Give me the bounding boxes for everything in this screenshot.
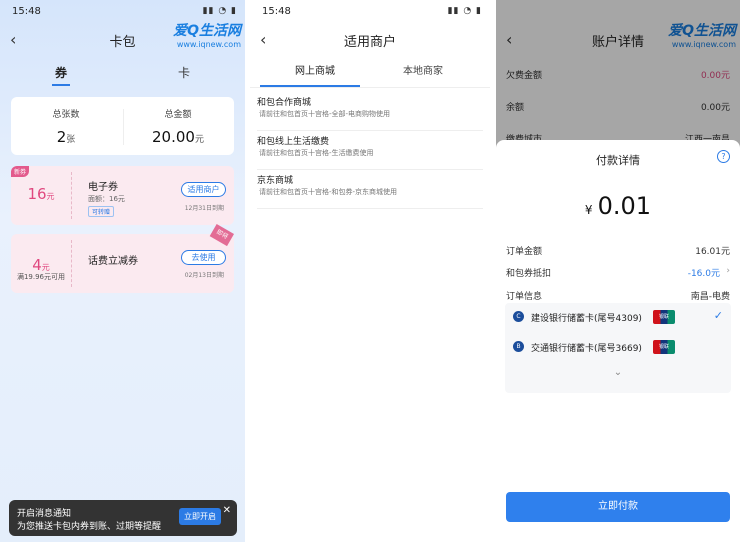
close-icon[interactable]: ✕ (223, 505, 231, 516)
coupon-unit: 元 (46, 192, 55, 201)
tab-indicator (52, 84, 70, 86)
payment-methods: C 建设银行储蓄卡(尾号4309) 银联 ✓ B 交通银行储蓄卡(尾号3669)… (505, 303, 731, 393)
help-icon[interactable]: ? (717, 150, 730, 163)
use-now-button[interactable]: 去使用 (181, 250, 226, 265)
chevron-right-icon: › (726, 266, 730, 276)
order-info-row: 订单信息 南昌-电费 (506, 289, 730, 303)
status-time: 15:48 (12, 6, 41, 17)
payment-card-item[interactable]: B 交通银行储蓄卡(尾号3669) 银联 (505, 333, 731, 361)
amount-label: 总金额 (164, 110, 192, 120)
coupon-amount: 16 (27, 185, 47, 203)
status-icons: ▮▮ ◔ ▮ (202, 6, 237, 16)
notification-title: 开启消息通知 (17, 509, 72, 519)
merchant-name: 京东商城 (257, 176, 294, 186)
expiring-soon-tag: 即将 (209, 224, 234, 247)
bank-icon: B (513, 341, 524, 352)
row-label: 订单信息 (506, 292, 543, 302)
amount-unit: 元 (194, 135, 204, 145)
wallet-panel: 15:48 ▮▮ ◔ ▮ ‹ 卡包 爱Q生活网 www.iqnew.com 券 卡… (0, 0, 245, 542)
status-icons: ▮▮ ◔ ▮ (447, 6, 482, 16)
coupon-expiry: 02月13日到期 (184, 272, 224, 279)
tab-bar: 券 卡 (0, 64, 245, 86)
merchants-panel: 15:48 ▮▮ ◔ ▮ ‹ 适用商户 网上商城 本地商家 和包合作商城 请前往… (250, 0, 490, 542)
bank-icon: C (513, 311, 524, 322)
card-name: 交通银行储蓄卡(尾号3669) (531, 344, 642, 354)
count-unit: 张 (66, 135, 76, 145)
list-item[interactable]: 京东商城 请前往和包首页十宫格-和包券-京东商城使用 (257, 170, 483, 209)
coupon-card[interactable]: 新券 16元 电子券 面额：16元 可转赠 适用商户 12月31日到期 (11, 166, 234, 225)
unionpay-logo: 银联 (653, 310, 675, 324)
payment-panel: 15:49 ‹ 账户详情 爱Q生活网 www.iqnew.com 欠费金额 0.0… (496, 0, 740, 542)
status-time: 15:48 (262, 6, 291, 17)
payment-sheet: 付款详情 ? ¥ 0.01 订单金额 16.01元 和包券抵扣 -16.0元 ›… (496, 140, 740, 542)
tab-coupons[interactable]: 券 (55, 64, 67, 81)
merchant-desc: 请前往和包首页十宫格-全部-电商购物使用 (259, 110, 391, 118)
count-value: 2 (56, 128, 67, 146)
page-title: 适用商户 (343, 35, 396, 50)
row-value: -16.0元 (687, 269, 720, 279)
merchant-desc: 请前往和包首页十宫格-生活缴费使用 (259, 149, 374, 157)
tab-local-merchants[interactable]: 本地商家 (403, 62, 443, 77)
order-amount-row: 订单金额 16.01元 (506, 244, 730, 258)
coupon-deduction-row[interactable]: 和包券抵扣 -16.0元 › (506, 266, 730, 280)
check-icon: ✓ (713, 309, 723, 322)
dashed-divider (71, 240, 72, 287)
summary-card: 总张数 2张 总金额 20.00元 (11, 97, 234, 155)
dashed-divider (71, 172, 72, 219)
transferable-tag: 可转赠 (88, 206, 115, 217)
row-value: 16.01元 (695, 247, 730, 257)
coupon-face-value: 面额：16元 (88, 195, 125, 203)
amount-value: 0.01 (597, 192, 652, 220)
watermark-logo: 爱Q生活网 www.iqnew.com (173, 23, 241, 49)
coupon-condition: 满19.96元可用 (16, 273, 66, 281)
new-badge: 新券 (11, 166, 30, 177)
divider (250, 87, 490, 88)
coupon-expiry: 12月31日到期 (184, 205, 224, 212)
chevron-down-icon[interactable]: ⌄ (505, 367, 731, 378)
applicable-merchants-button[interactable]: 适用商户 (181, 182, 226, 197)
merchant-name: 和包合作商城 (257, 98, 312, 108)
payment-amount: ¥ 0.01 (496, 192, 740, 220)
coupon-name: 电子券 (88, 182, 118, 193)
coupon-card[interactable]: 4元 满19.96元可用 话费立减券 去使用 02月13日到期 即将 (11, 224, 234, 293)
row-label: 和包券抵扣 (506, 269, 552, 279)
unionpay-logo: 银联 (653, 340, 675, 354)
payment-card-item[interactable]: C 建设银行储蓄卡(尾号4309) 银联 ✓ (505, 303, 731, 331)
card-name: 建设银行储蓄卡(尾号4309) (531, 314, 642, 324)
pay-now-button[interactable]: 立即付款 (506, 492, 730, 522)
coupon-name: 话费立减券 (88, 256, 138, 267)
merchant-desc: 请前往和包首页十宫格-和包券-京东商城使用 (259, 188, 398, 196)
tab-cards[interactable]: 卡 (178, 64, 190, 81)
list-item[interactable]: 和包线上生活缴费 请前往和包首页十宫格-生活缴费使用 (257, 131, 483, 170)
currency-symbol: ¥ (584, 203, 593, 217)
notification-banner: 开启消息通知 为您推送卡包内券到账、过期等提醒 立即开启 ✕ (9, 500, 237, 536)
merchant-name: 和包线上生活缴费 (257, 137, 330, 147)
sheet-title: 付款详情 (596, 154, 640, 167)
row-label: 订单金额 (506, 247, 543, 257)
enable-now-button[interactable]: 立即开启 (179, 508, 221, 525)
count-label: 总张数 (52, 110, 80, 120)
row-value: 南昌-电费 (690, 292, 730, 302)
amount-value: 20.00 (152, 128, 195, 146)
notification-text: 为您推送卡包内券到账、过期等提醒 (17, 522, 162, 532)
tab-online-mall[interactable]: 网上商城 (295, 62, 335, 77)
list-item[interactable]: 和包合作商城 请前往和包首页十宫格-全部-电商购物使用 (257, 92, 483, 131)
screenshot-composite: 15:48 ▮▮ ◔ ▮ ‹ 卡包 爱Q生活网 www.iqnew.com 券 卡… (0, 0, 740, 542)
coupon-unit: 元 (41, 263, 50, 272)
